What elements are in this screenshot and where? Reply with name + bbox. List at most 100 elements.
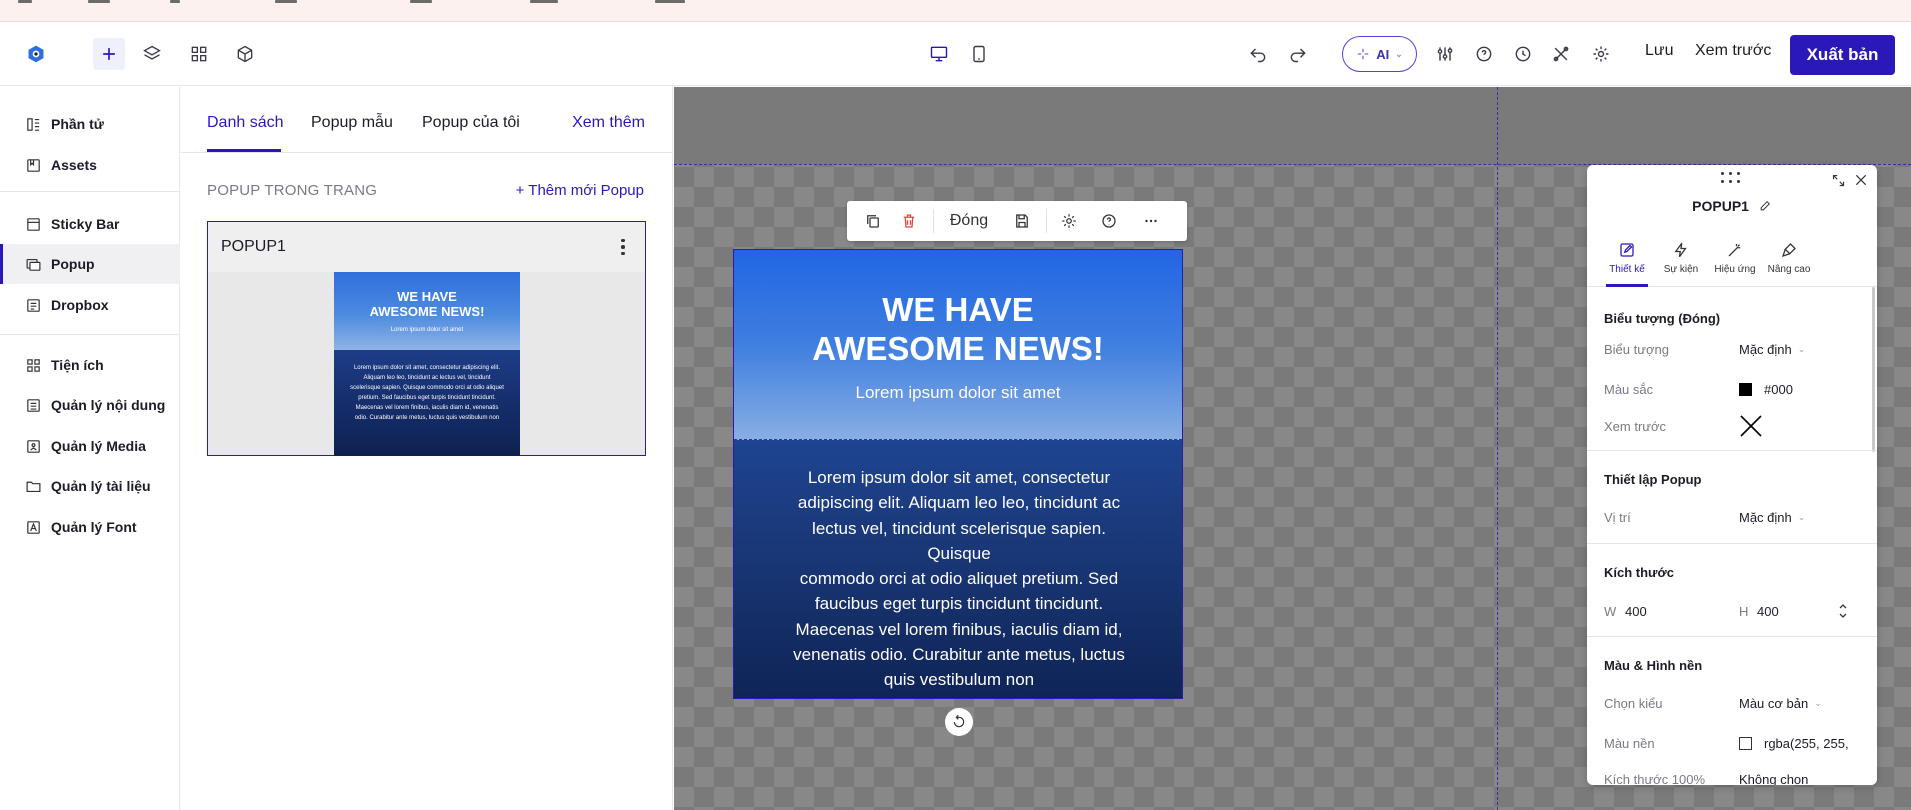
sidebar-item-label: Quản lý Media (51, 438, 146, 454)
see-more-link[interactable]: Xem thêm (572, 114, 645, 132)
history-icon[interactable] (1507, 38, 1539, 70)
popup-preview[interactable]: WE HAVE AWESOME NEWS! Lorem ipsum dolor s… (733, 249, 1183, 699)
color-swatch (1739, 383, 1752, 396)
left-sidebar: Phần tử Assets Sticky Bar Popup Dropbox … (0, 87, 180, 810)
active-tab-indicator (207, 149, 281, 152)
sidebar-item-font[interactable]: Quản lý Font (0, 507, 180, 547)
height-input[interactable]: 400 (1757, 604, 1779, 619)
gear-icon[interactable] (1585, 38, 1617, 70)
active-tab-indicator (1606, 284, 1648, 287)
redo-icon[interactable] (1282, 38, 1314, 70)
sidebar-item-sticky-bar[interactable]: Sticky Bar (0, 204, 180, 244)
strip-mark (170, 0, 180, 3)
grid-icon[interactable] (183, 38, 215, 70)
section-divider (1587, 636, 1877, 637)
drag-handle-icon[interactable] (1721, 172, 1743, 184)
save-icon[interactable] (1004, 201, 1040, 241)
help-icon[interactable] (1091, 201, 1127, 241)
settings-icon[interactable] (1051, 201, 1087, 241)
popup-body-text[interactable]: Lorem ipsum dolor sit amet, consectetur … (789, 465, 1129, 693)
sidebar-item-utilities[interactable]: Tiện ích (0, 345, 180, 385)
sidebar-item-label: Quản lý nội dung (51, 397, 166, 413)
sidebar-item-elements[interactable]: Phần tử (0, 104, 180, 144)
scrollbar-thumb[interactable] (1872, 287, 1875, 452)
close-icon[interactable] (1853, 172, 1869, 188)
icon-select[interactable]: Mặc định ⌄ (1739, 342, 1805, 357)
popup-title[interactable]: WE HAVE AWESOME NEWS! (734, 290, 1182, 368)
content-icon (27, 398, 40, 412)
tab-advanced[interactable]: Nâng cao (1762, 229, 1816, 287)
position-select[interactable]: Mặc định ⌄ (1739, 510, 1805, 525)
publish-button[interactable]: Xuất bản (1790, 35, 1895, 75)
ai-button[interactable]: AI ⌄ (1342, 36, 1417, 72)
add-popup-button[interactable]: + Thêm mới Popup (516, 182, 644, 199)
section-size-heading: Kích thước (1604, 565, 1674, 580)
add-icon[interactable] (93, 38, 125, 70)
swap-icon[interactable] (1834, 601, 1852, 621)
rotate-handle-icon[interactable] (945, 708, 973, 736)
popup-panel: Danh sách Popup mẫu Popup của tôi Xem th… (181, 87, 673, 810)
lightning-icon (1674, 242, 1687, 258)
tab-effects[interactable]: Hiệu ứng (1708, 229, 1762, 287)
sparkle-icon (1357, 48, 1369, 60)
sidebar-item-media[interactable]: Quản lý Media (0, 426, 180, 466)
more-horizontal-icon[interactable] (1133, 201, 1169, 241)
bg-color-picker[interactable]: rgba(255, 255, (1739, 736, 1849, 751)
sidebar-item-popup[interactable]: Popup (0, 244, 180, 284)
undo-icon[interactable] (1242, 38, 1274, 70)
duplicate-icon[interactable] (855, 201, 891, 241)
mobile-icon[interactable] (963, 38, 995, 70)
color-swatch (1739, 737, 1752, 750)
logo-icon[interactable] (20, 38, 52, 70)
sidebar-item-label: Tiện ích (51, 357, 104, 373)
magic-wand-icon (1728, 244, 1741, 257)
more-vertical-icon[interactable] (615, 236, 631, 258)
tools-icon[interactable] (1545, 38, 1577, 70)
size100-select[interactable]: Không chọn (1739, 772, 1808, 785)
edit-icon[interactable] (1759, 199, 1772, 212)
element-toolbar: Đóng (847, 201, 1187, 241)
sidebar-item-documents[interactable]: Quản lý tài liệu (0, 466, 180, 506)
toolbar-divider (933, 209, 934, 233)
sliders-icon[interactable] (1429, 38, 1461, 70)
tab-templates[interactable]: Popup mẫu (311, 114, 393, 132)
popup-card-header: POPUP1 (208, 222, 645, 272)
sidebar-item-label: Quản lý Font (51, 519, 137, 535)
popup-subtitle[interactable]: Lorem ipsum dolor sit amet (734, 383, 1182, 403)
layers-icon[interactable] (136, 38, 168, 70)
chevron-down-icon: ⌄ (1797, 512, 1806, 522)
bg-color-label: Màu nền (1604, 736, 1655, 751)
preview-button[interactable]: Xem trước (1695, 42, 1771, 60)
section-boundary (734, 439, 1182, 440)
trash-icon[interactable] (891, 201, 927, 241)
height-label: H (1739, 604, 1749, 619)
sidebar-item-dropbox[interactable]: Dropbox (0, 285, 180, 325)
top-header: AI ⌄ Lưu Xem trước Xuất bản (0, 22, 1911, 86)
style-select[interactable]: Màu cơ bản ⌄ (1739, 696, 1822, 711)
tab-events[interactable]: Sự kiện (1654, 229, 1708, 287)
width-input[interactable]: 400 (1625, 604, 1647, 619)
tab-my-popups[interactable]: Popup của tôi (422, 114, 520, 132)
tab-label: Hiệu ứng (1714, 264, 1756, 275)
popup-card[interactable]: POPUP1 WE HAVE AWESOME NEWS! Lorem ipsum … (207, 221, 646, 456)
section-divider (1587, 450, 1877, 451)
sidebar-item-label: Quản lý tài liệu (51, 478, 151, 494)
sidebar-item-assets[interactable]: Assets (0, 145, 180, 185)
close-icon (1740, 415, 1762, 437)
tab-design[interactable]: Thiết kế (1600, 229, 1654, 287)
color-picker[interactable]: #000 (1739, 382, 1793, 397)
tab-list[interactable]: Danh sách (207, 114, 284, 132)
save-button[interactable]: Lưu (1645, 42, 1674, 60)
desktop-icon[interactable] (923, 38, 955, 70)
toolbar-divider (1046, 209, 1047, 233)
utilities-icon (27, 358, 40, 372)
expand-icon[interactable] (1831, 173, 1846, 188)
sidebar-item-content[interactable]: Quản lý nội dung (0, 385, 180, 425)
close-popup-button[interactable]: Đóng (939, 201, 999, 241)
strip-mark (410, 0, 432, 3)
help-icon[interactable] (1468, 38, 1500, 70)
cube-icon[interactable] (229, 38, 261, 70)
dropbox-icon (27, 298, 40, 312)
chevron-down-icon: ⌄ (1814, 698, 1822, 708)
size100-label: Kích thước 100% (1604, 772, 1706, 785)
